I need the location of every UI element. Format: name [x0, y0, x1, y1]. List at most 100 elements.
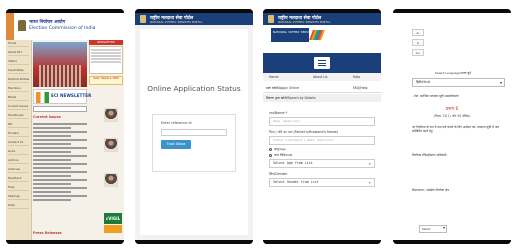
- nav-bar: [135, 240, 253, 244]
- flag-stripes-icon: [309, 30, 325, 40]
- sidebar-item[interactable]: Contact Us: [8, 139, 29, 146]
- sidebar-item[interactable]: Political Parties: [8, 76, 29, 83]
- current-issues-heading: Current Issues: [33, 115, 61, 119]
- menu-bar: [263, 53, 381, 73]
- newsletter-text: ECI NEWSLETTER: [51, 93, 92, 98]
- official-photo: [104, 108, 118, 122]
- phone-eci-homepage: भारत निर्वाचन आयोग Election Commission o…: [6, 9, 124, 244]
- constituency-select[interactable]: Select: [419, 225, 447, 233]
- select-language-label: Select Language/भाषा चुनें: [435, 71, 471, 75]
- age-select[interactable]: Select Age from List: [269, 159, 375, 168]
- sidebar-item[interactable]: Tenders: [8, 130, 29, 137]
- form-6-screen: A- A A+ Select Language/भाषा चुनें हिंदी…: [393, 13, 511, 240]
- eci-home-screen: भारत निर्वाचन आयोग Election Commission o…: [6, 13, 124, 240]
- official-photo: [104, 173, 118, 187]
- name-input[interactable]: Name (Required): [269, 117, 375, 126]
- nvsp-header: राष्ट्रीय मतदाता सेवा पोर्टल NATIONAL VO…: [135, 13, 253, 25]
- sidebar-item[interactable]: Sitemap: [8, 193, 29, 200]
- sidebar-item[interactable]: Handbooks: [8, 112, 29, 119]
- phone-form-6: A- A A+ Select Language/भाषा चुनें हिंदी…: [393, 9, 511, 244]
- promo-banner[interactable]: [104, 225, 122, 233]
- tab-search-details[interactable]: डाटा खोजें/Apply Online: [266, 86, 299, 90]
- sidebar-item[interactable]: Feedback: [8, 175, 29, 182]
- newsletter-banner[interactable]: ECI NEWSLETTER: [33, 89, 91, 104]
- search-form: नाम/Name * Name (Required) पिता / पति का…: [269, 107, 375, 187]
- nav-bar: [263, 240, 381, 244]
- nav-bar: [6, 240, 124, 244]
- form-subtitle: (नियम 13(1) और 26 देखिए): [433, 114, 471, 118]
- font-reset-button[interactable]: A: [412, 39, 424, 46]
- news-header: NEWSLETTER: [89, 40, 123, 45]
- name-label: नाम/Name *: [269, 111, 288, 115]
- constituency-label: विधानसभा / संसदीय निर्वाचन क्षेत्र: [412, 188, 449, 192]
- status-form: Enter reference id Track Status: [152, 114, 236, 172]
- logo-row: NATIONAL VOTERS' SERVICES PORTAL: [263, 25, 381, 53]
- nav-bar: [393, 240, 511, 244]
- flag-logo-icon: [36, 92, 49, 103]
- status-card: Online Application Status Enter referenc…: [140, 29, 248, 235]
- tab-search-by-details[interactable]: विवरण द्वारा खोजें/Search by Details: [266, 96, 316, 100]
- portal-title-english: NATIONAL VOTERS' SERVICES PORTAL: [278, 20, 331, 24]
- reference-id-input[interactable]: [161, 129, 227, 136]
- sidebar-item[interactable]: Archives: [8, 166, 29, 173]
- page-title: Online Application Status: [147, 84, 241, 93]
- nvsp-header: राष्ट्रीय मतदाता सेवा पोर्टल NATIONAL VO…: [263, 13, 381, 25]
- form-title: प्ररूप 6: [445, 107, 459, 112]
- officer-label: निर्वाचक रजिस्ट्रीकरण अधिकारी,: [412, 153, 448, 157]
- reference-id-label: Enter reference id: [161, 121, 192, 125]
- current-issues-list: [33, 121, 87, 203]
- about-link[interactable]: About Us: [313, 75, 327, 79]
- sidebar-item[interactable]: Elections: [8, 85, 29, 92]
- relative-name-input[interactable]: Father's/Husband's Name (Optional): [269, 136, 375, 145]
- track-status-button[interactable]: Track Status: [161, 140, 191, 149]
- search-screen: राष्ट्रीय मतदाता सेवा पोर्टल NATIONAL VO…: [263, 13, 381, 240]
- nvsp-logo: NATIONAL VOTERS' SERVICES PORTAL: [271, 28, 326, 42]
- news-box[interactable]: [89, 46, 123, 74]
- portal-title-english: NATIONAL VOTERS' SERVICES PORTAL: [150, 20, 203, 24]
- voter-helpline-badge[interactable]: Voter Helpline 1950: [89, 76, 123, 85]
- eci-title-english: Election Commission of India: [29, 26, 96, 31]
- radio-icon: [269, 153, 272, 157]
- search-input[interactable]: [33, 106, 87, 112]
- sidebar-item[interactable]: Data: [8, 202, 29, 209]
- search-subtabs: विवरण द्वारा खोजें/Search by Details: [263, 94, 381, 102]
- sidebar-item[interactable]: Candidates: [8, 67, 29, 74]
- phone-search-electoral-roll: राष्ट्रीय मतदाता सेवा पोर्टल NATIONAL VO…: [263, 9, 381, 244]
- phone-application-status: राष्ट्रीय मतदाता सेवा पोर्टल NATIONAL VO…: [135, 9, 253, 244]
- font-decrease-button[interactable]: A-: [412, 29, 424, 36]
- app-store-screenshot: भारत निर्वाचन आयोग Election Commission o…: [0, 0, 512, 250]
- language-select[interactable]: हिंदी/Hindi: [412, 78, 505, 87]
- notice-text: - नोट: प्रारंभिक मतदाता सूची अद्यतनीकरण: [412, 94, 459, 98]
- gender-label: लिंग/Gender: [269, 172, 288, 176]
- sidebar-item[interactable]: RTI: [8, 121, 29, 128]
- sidebar-item[interactable]: Voters: [8, 58, 29, 65]
- emblem-icon: [18, 20, 26, 31]
- age-radio[interactable]: आयु/Age: [269, 147, 375, 151]
- eci-title-hindi: भारत निर्वाचन आयोग: [29, 20, 66, 25]
- emblem-icon: [140, 15, 146, 23]
- help-link[interactable]: Help: [353, 75, 360, 79]
- sidebar-item[interactable]: Media: [8, 94, 29, 101]
- nirvachan-sadan-image: [33, 42, 87, 87]
- gender-select[interactable]: Select Gender from List: [269, 178, 375, 187]
- emblem-icon: [268, 15, 274, 23]
- cvigil-app-banner[interactable]: cVIGIL: [104, 213, 122, 224]
- saffron-strip: [6, 13, 14, 40]
- sidebar-item[interactable]: Current Issues: [8, 103, 29, 110]
- home-link[interactable]: Home: [269, 75, 278, 79]
- sidebar-item[interactable]: Help: [8, 184, 29, 191]
- tab-faq-help[interactable]: FAQ/Help: [353, 86, 368, 90]
- sidebar-item[interactable]: About ECI: [8, 49, 29, 56]
- radio-icon: [269, 147, 272, 151]
- search-tabs: डाटा खोजें/Apply Online FAQ/Help: [263, 83, 381, 93]
- top-links: Home About Us Help: [263, 73, 381, 81]
- official-photo: [104, 138, 118, 152]
- dob-radio[interactable]: जन्म तिथि/DoB: [269, 153, 375, 157]
- eci-sidebar: Home About ECI Voters Candidates Political P…: [6, 40, 32, 240]
- font-increase-button[interactable]: A+: [412, 49, 424, 56]
- application-status-screen: राष्ट्रीय मतदाता सेवा पोर्टल NATIONAL VO…: [135, 13, 253, 240]
- sidebar-item[interactable]: Home: [8, 40, 29, 47]
- hamburger-menu-icon[interactable]: [314, 57, 330, 69]
- sidebar-item[interactable]: Links: [8, 148, 29, 155]
- sidebar-item[interactable]: Archive: [8, 157, 29, 164]
